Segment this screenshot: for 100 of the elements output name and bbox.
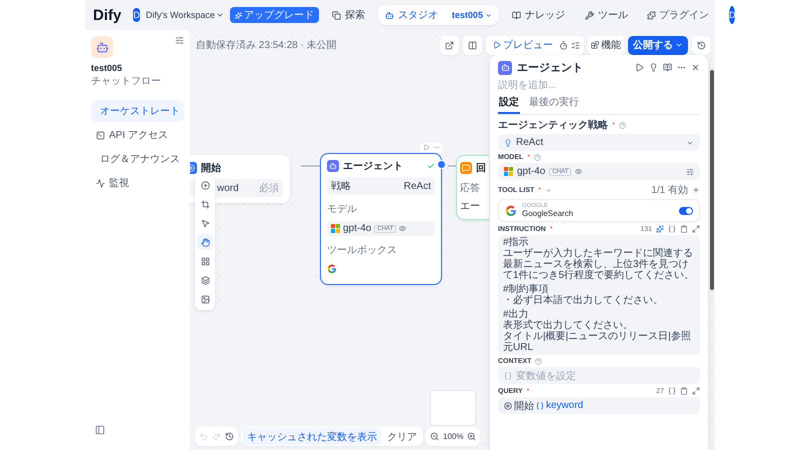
- field-label: エージェンティック戦略: [498, 118, 608, 132]
- layers-icon: [200, 276, 210, 284]
- copy-icon: [332, 10, 341, 20]
- app-type: チャットフロー: [91, 75, 162, 88]
- show-cache-button[interactable]: キャッシュされた変数を表示: [243, 428, 381, 445]
- four-tile-logo-icon: [504, 167, 513, 176]
- close-button[interactable]: [691, 63, 700, 72]
- zoom-in-button[interactable]: [467, 432, 476, 441]
- eye-icon: [399, 225, 406, 232]
- checklist-button[interactable]: [571, 40, 580, 50]
- google-g-icon: [327, 264, 337, 274]
- sidebar-item[interactable]: ログ＆アナウンス: [91, 148, 184, 170]
- panel-title: エージェント: [517, 61, 584, 75]
- zoom-out-button[interactable]: [430, 432, 439, 441]
- chevron-down-icon: [484, 12, 492, 18]
- node-port: [437, 160, 446, 169]
- tool-status: 1/1 有効: [651, 184, 688, 197]
- braces-icon: [668, 225, 676, 233]
- answer-node[interactable]: 回 応答 エー: [456, 155, 489, 220]
- sidebar-item[interactable]: API アクセス: [91, 124, 184, 146]
- model-name: gpt-4o: [343, 223, 372, 234]
- query-field[interactable]: 開始 keyword: [498, 397, 700, 414]
- robot-icon: [96, 40, 108, 54]
- upgrade-button[interactable]: アップグレード: [230, 7, 319, 23]
- panel-tab[interactable]: 最後の実行: [528, 95, 580, 114]
- sparkle-icon: [234, 12, 242, 18]
- play-icon: [635, 63, 644, 72]
- sparkle-icon: [656, 225, 664, 233]
- node-title: 回: [476, 162, 486, 175]
- columns-icon: [468, 40, 477, 50]
- workspace-switcher[interactable]: Dify's Workspace: [146, 10, 224, 20]
- zoom-in-icon: [467, 432, 476, 441]
- tool-name: GoogleSearch: [522, 209, 574, 218]
- history-button[interactable]: [692, 36, 711, 54]
- chevron-down-icon: [216, 11, 224, 19]
- nav-tab[interactable]: スタジオ test005: [378, 5, 499, 25]
- wrench-icon: [584, 10, 594, 20]
- instruction-field[interactable]: #指示 ユーザーが入力したキーワードに関連する最新ニュースを検索し、上位3件を見つけて1件につき5行程度で要約してください。 #制約事項 ・必ず日本語で出力してください。 #出力 表形式で出力してください。 タイトル|概要|ニュースのリリース日|参照元URL: [498, 235, 700, 355]
- nav-tab[interactable]: 探索: [324, 5, 372, 25]
- play-icon: [493, 41, 501, 49]
- info-button[interactable]: [649, 63, 658, 72]
- close-icon: [691, 63, 700, 72]
- robot-icon: [384, 10, 394, 20]
- canvas-tool[interactable]: [197, 234, 213, 250]
- clipboard-icon: [680, 387, 688, 395]
- strategy-select[interactable]: ReAct: [498, 134, 700, 151]
- zoom-level: 100%: [443, 432, 464, 441]
- history-button[interactable]: [225, 432, 234, 441]
- panel-toggle-icon: [95, 425, 105, 435]
- answer-label: 応答: [460, 183, 480, 194]
- help-icon: [618, 122, 626, 128]
- pulse-icon: [96, 178, 105, 188]
- chevron-down-icon: [675, 41, 683, 49]
- help-icon: [535, 358, 542, 365]
- required-label: 必須: [259, 182, 279, 195]
- sidebar-item[interactable]: オーケストレート: [91, 100, 184, 122]
- pointer-icon: [200, 218, 210, 228]
- docs-button[interactable]: [663, 63, 672, 72]
- run-button[interactable]: [635, 63, 644, 72]
- strategy-label: 戦略: [331, 180, 351, 193]
- braces-icon: [504, 372, 512, 380]
- app-name: test005: [91, 63, 124, 73]
- strategy-value: ReAct: [404, 180, 431, 192]
- features-button[interactable]: 機能: [588, 36, 624, 54]
- export-button[interactable]: [440, 36, 459, 54]
- timer-button[interactable]: [559, 40, 568, 50]
- nav-tab[interactable]: ツール: [578, 5, 635, 25]
- nav-tab[interactable]: ナレッジ: [504, 5, 572, 25]
- zoom-out-icon: [430, 432, 439, 441]
- variable-name: word: [217, 182, 239, 194]
- chat-icon: [462, 164, 470, 172]
- hand-icon: [200, 238, 210, 246]
- add-node-icon: [200, 180, 210, 190]
- puzzle-icon: [646, 10, 656, 20]
- google-g-icon: [505, 204, 517, 216]
- model-label: モデル: [327, 204, 357, 215]
- grid-icon: [200, 256, 210, 266]
- layout-button[interactable]: [463, 36, 482, 54]
- tool-toggle[interactable]: [679, 206, 693, 214]
- publish-button[interactable]: 公開する: [628, 36, 688, 54]
- node-title: 開始: [201, 162, 221, 175]
- expand-icon: [692, 387, 700, 395]
- check-icon: [427, 162, 435, 170]
- sidebar-item[interactable]: 監視: [91, 172, 184, 194]
- help-icon: [534, 154, 542, 161]
- preview-button[interactable]: プレビュー: [490, 36, 556, 54]
- robot-icon: [500, 63, 510, 72]
- book-icon: [663, 63, 672, 72]
- bulb-icon: [649, 63, 658, 72]
- blocks-icon: [591, 41, 599, 49]
- dify-logo: Dify: [93, 6, 122, 24]
- more-icon: [433, 144, 440, 151]
- play-icon: [423, 144, 430, 151]
- panel-tab[interactable]: 設定: [498, 95, 520, 114]
- variable-reference: 開始 keyword: [504, 398, 584, 412]
- image-icon: [200, 294, 210, 304]
- sliders-icon: [686, 168, 694, 176]
- export-icon: [445, 40, 454, 50]
- user-avatar[interactable]: D: [728, 6, 736, 24]
- plugins-button[interactable]: プラグイン: [640, 7, 715, 23]
